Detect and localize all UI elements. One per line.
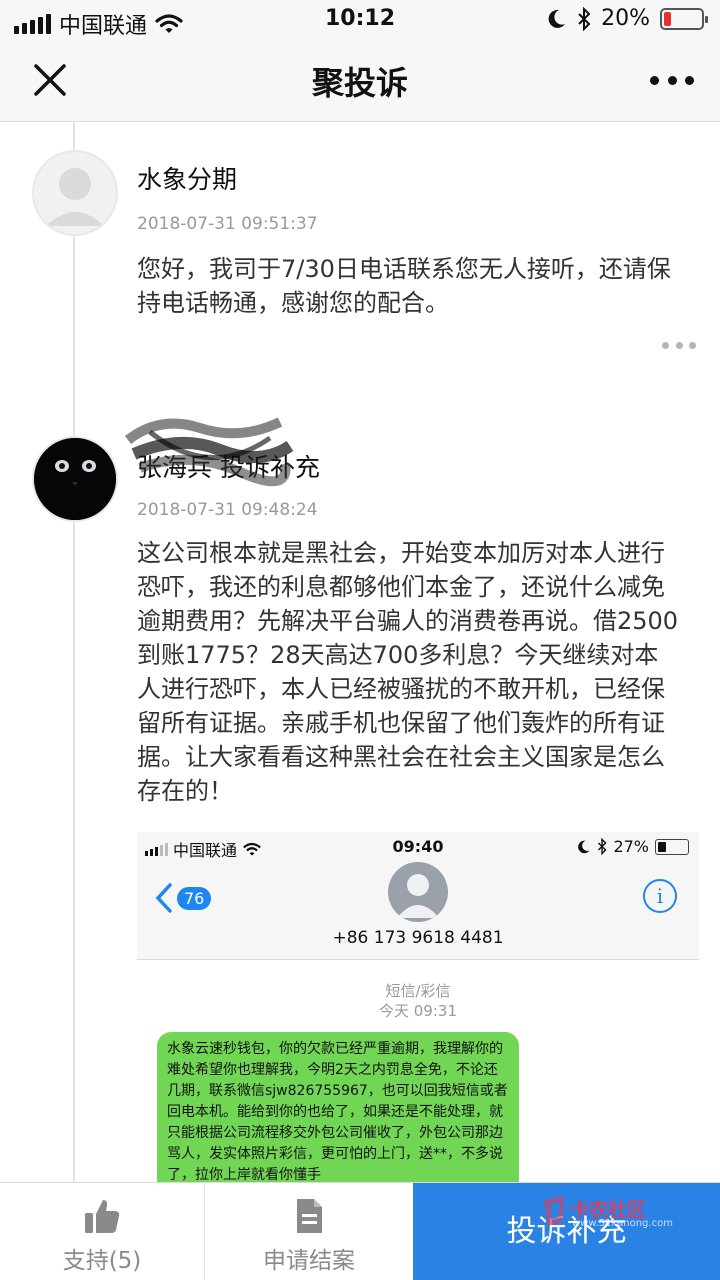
watermark-sub: www.51kanong.com [572, 1218, 673, 1229]
moon-icon [578, 840, 591, 853]
message-kind: 短信/彩信 [385, 982, 451, 1000]
sms-battery-percent: 27% [613, 837, 649, 856]
more-icon[interactable] [650, 62, 694, 98]
battery-level [658, 841, 666, 852]
contact-phone: +86 173 9618 4481 [332, 928, 504, 948]
page-title: 聚投诉 [311, 64, 408, 102]
cat-avatar-icon [34, 438, 116, 520]
support-label: 支持(5) [62, 1248, 142, 1274]
status-right: 20% [547, 6, 708, 31]
support-button[interactable]: 支持(5) [0, 1183, 205, 1280]
contact-avatar [388, 862, 448, 922]
info-icon[interactable]: i [643, 879, 677, 913]
message-time: 今天 09:31 [379, 1002, 457, 1020]
entry-message: 这公司根本就是黑社会，开始变本加厉对本人进行恐吓，我还的利息都够他们本金了，还说… [137, 539, 679, 805]
more-options-icon[interactable] [662, 342, 696, 349]
person-icon [397, 874, 439, 918]
entry-author: 水象分期 [137, 165, 238, 194]
battery-icon [655, 838, 689, 855]
bluetooth-icon [598, 838, 607, 855]
thumbs-up-icon [85, 1200, 120, 1233]
entry-timestamp: 2018-07-31 09:51:37 [137, 214, 318, 234]
battery-icon [660, 7, 708, 30]
entry-timestamp: 2018-07-31 09:48:24 [137, 500, 318, 520]
sms-bubble: 水象云速秒钱包，你的欠款已经严重逾期，我理解你的难处希望你也理解我，今明2天之内… [157, 1032, 519, 1182]
sms-header: 中国联通 09:40 27% 76 +86 173 9618 4481 i [137, 832, 699, 960]
unread-badge: 76 [177, 886, 212, 910]
nav-bar: 聚投诉 [0, 40, 720, 122]
bluetooth-icon [578, 6, 591, 31]
timeline-line [73, 122, 75, 1182]
chevron-left-icon [155, 883, 172, 913]
battery-percent: 20% [601, 6, 650, 31]
avatar [32, 150, 118, 236]
apply-close-button[interactable]: 申请结案 [205, 1183, 413, 1280]
redaction-scribble [124, 417, 294, 487]
default-user-icon [46, 168, 104, 226]
document-icon [297, 1199, 322, 1233]
sms-status-right: 27% [577, 837, 689, 856]
apply-close-label: 申请结案 [263, 1248, 355, 1274]
back-button[interactable]: 76 [155, 878, 215, 918]
avatar [32, 436, 118, 522]
battery-level [664, 11, 672, 26]
status-bar: 中国联通 10:12 20% [0, 0, 720, 40]
attached-screenshot[interactable]: 中国联通 09:40 27% 76 +86 173 9618 4481 i 短信… [137, 832, 699, 1182]
entry-message: 您好，我司于7/30日电话联系您无人接听，还请保持电话畅通，感谢您的配合。 [137, 255, 671, 317]
moon-icon [548, 9, 566, 28]
